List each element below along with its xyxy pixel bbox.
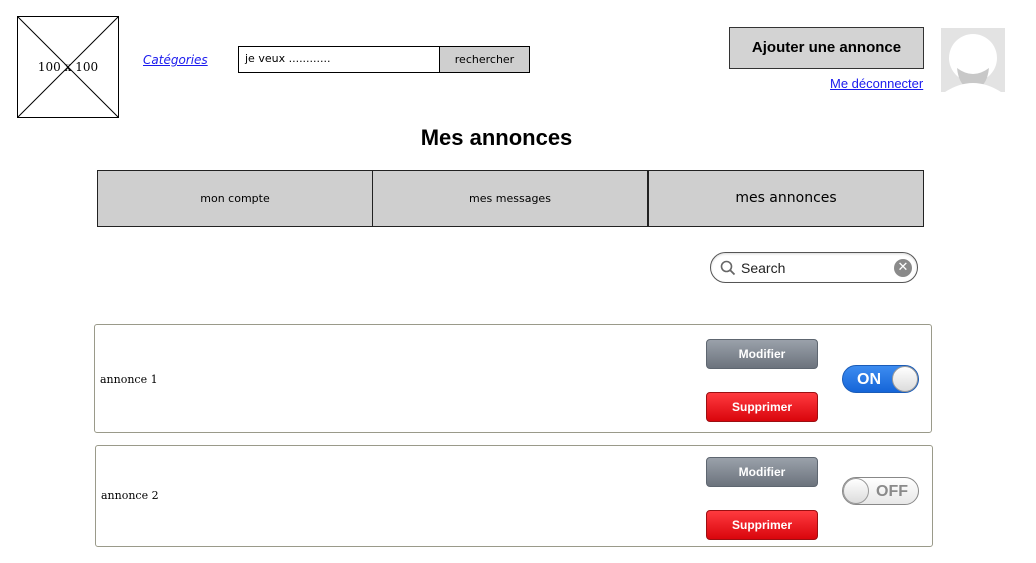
toggle-label: ON <box>857 371 881 388</box>
delete-button[interactable]: Supprimer <box>706 510 818 540</box>
magnifier-icon <box>720 260 736 276</box>
listing-toggle[interactable]: OFF <box>842 477 919 505</box>
logo-placeholder: 100 x 100 <box>17 16 119 118</box>
tab-mon-compte[interactable]: mon compte <box>97 170 373 227</box>
clear-icon[interactable]: ✕ <box>894 259 912 277</box>
toggle-label: OFF <box>876 483 908 500</box>
search-input[interactable]: je veux ............ <box>238 46 440 73</box>
listing-name: annonce 1 <box>100 373 158 386</box>
listing-toggle[interactable]: ON <box>842 365 919 393</box>
modify-button[interactable]: Modifier <box>706 339 818 369</box>
toggle-knob <box>843 478 869 504</box>
modify-button[interactable]: Modifier <box>706 457 818 487</box>
listing-name: annonce 2 <box>101 489 159 502</box>
tab-mes-annonces[interactable]: mes annonces <box>648 170 924 227</box>
logo-label: 100 x 100 <box>37 60 99 74</box>
avatar[interactable] <box>941 28 1005 92</box>
user-avatar-icon <box>945 34 1001 92</box>
categories-link[interactable]: Catégories <box>143 53 208 67</box>
search-button[interactable]: rechercher <box>439 46 530 73</box>
listing-search-field[interactable]: Search ✕ <box>710 252 918 283</box>
search-placeholder[interactable]: Search <box>741 260 785 276</box>
page-title: Mes annonces <box>420 125 573 150</box>
tab-mes-messages[interactable]: mes messages <box>372 170 648 227</box>
logout-link[interactable]: Me déconnecter <box>830 76 923 91</box>
toggle-knob <box>892 366 918 392</box>
add-listing-button[interactable]: Ajouter une annonce <box>729 27 924 69</box>
delete-button[interactable]: Supprimer <box>706 392 818 422</box>
